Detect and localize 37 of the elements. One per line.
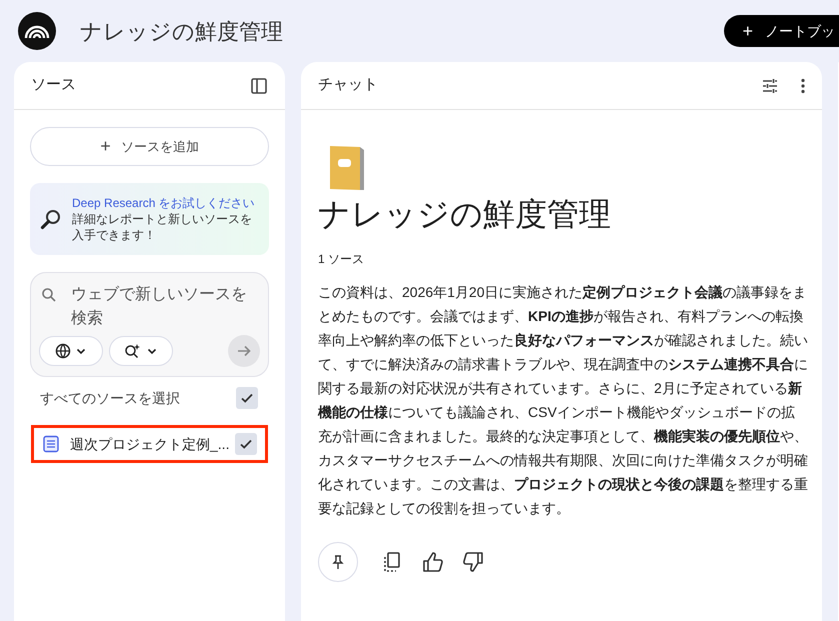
copy-icon[interactable] — [382, 551, 402, 573]
thumbs-down-icon[interactable] — [462, 551, 484, 573]
plus-icon: + — [742, 18, 753, 44]
web-search-field[interactable]: ウェブで新しいソースを検索 — [30, 272, 269, 377]
sparkle-search-icon — [124, 343, 142, 359]
select-all-label: すべてのソースを選択 — [40, 388, 181, 408]
more-options-icon[interactable] — [801, 78, 805, 94]
panel-title: チャット — [318, 75, 378, 96]
source-item[interactable]: 週次プロジェクト定例_... — [31, 425, 268, 463]
magnifier-icon — [40, 208, 62, 230]
summary-text: この資料は、2026年1月20日に実施された定例プロジェクト会議の議事録をまとめたものです。会議ではまず、KPIの進捗が報告され、有料プランへの転換率向上や解約率の低下といった良好なパフォーマンスが確認されました。続いて、すでに解決済みの請求書トラブルや、現在調査中のシステム連携不具合に関する最新の対応状況が共有されています。さらに、2月に予定されている新機能の仕様についても議論され、CSVインポート機能やダッシュボードの拡充が計画に含まれました。最終的な決定事項として、機能実装の優先順位や、カスタマーサクセスチームへの情報共有期限、次回に向けた準備タスクが明確化されています。この文書は、プロジェクトの現状と今後の課題を整理する重要な記録としての役割を担っています。 — [318, 283, 808, 518]
notebook-icon — [328, 144, 366, 190]
panel-title: ソース — [31, 75, 76, 96]
document-icon — [42, 435, 60, 453]
add-source-button[interactable]: + ソースを追加 — [30, 127, 269, 166]
checkbox[interactable] — [236, 387, 258, 409]
search-input[interactable]: ウェブで新しいソースを検索 — [71, 283, 260, 333]
new-notebook-button[interactable]: + ノートブッ — [724, 15, 839, 47]
pin-icon — [332, 555, 344, 569]
pin-button[interactable] — [318, 542, 358, 582]
checkbox[interactable] — [235, 433, 257, 455]
notebook-title: ナレッジの鮮度管理 — [80, 18, 283, 46]
notebook-heading: ナレッジの鮮度管理 — [318, 195, 612, 234]
source-count: 1 ソース — [318, 251, 366, 268]
tune-icon[interactable] — [761, 76, 779, 94]
sidebar-toggle-icon[interactable] — [250, 76, 268, 94]
promo-link[interactable]: Deep Research をお試しください — [72, 196, 255, 210]
web-dropdown[interactable] — [39, 336, 103, 366]
thumbs-up-icon[interactable] — [422, 551, 444, 573]
source-title: 週次プロジェクト定例_... — [70, 434, 230, 454]
submit-button[interactable] — [228, 335, 260, 367]
research-mode-dropdown[interactable] — [109, 336, 173, 366]
promo-text: Deep Research をお試しください 詳細なレポートと新しいソースを入手できます！ — [72, 195, 256, 243]
search-icon — [41, 287, 57, 303]
arrow-right-icon — [236, 343, 252, 359]
globe-icon — [55, 343, 71, 359]
logo-icon — [18, 12, 56, 50]
